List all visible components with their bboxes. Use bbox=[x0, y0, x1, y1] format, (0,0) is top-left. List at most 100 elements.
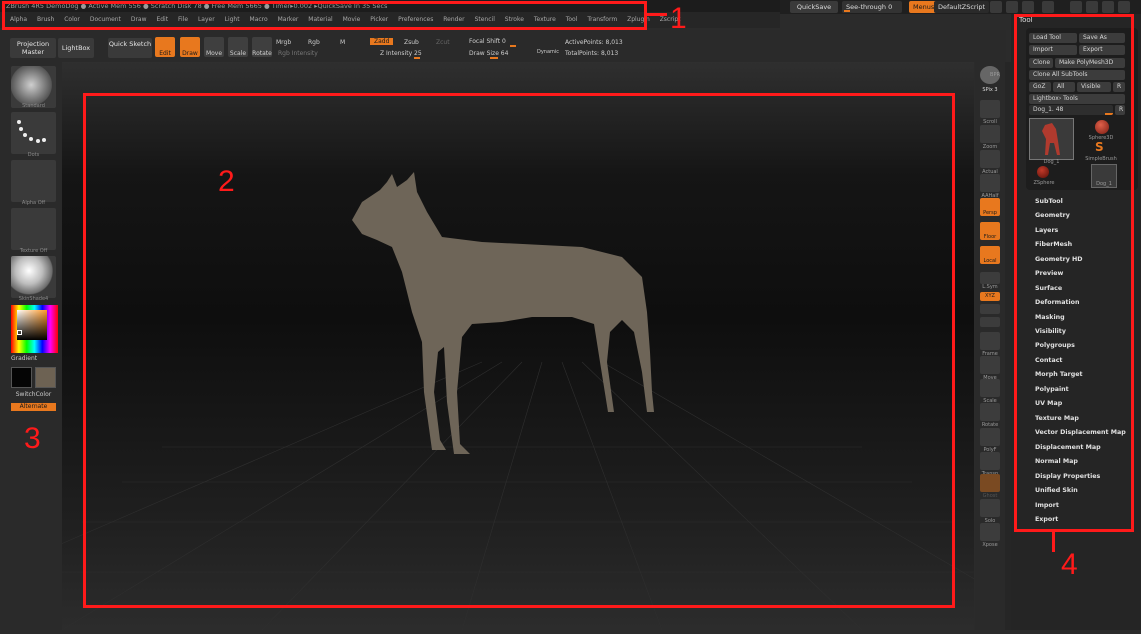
solo-icon[interactable] bbox=[980, 499, 1000, 517]
color-picker[interactable] bbox=[11, 305, 58, 353]
clone-button[interactable]: Clone bbox=[1029, 58, 1053, 68]
color-square[interactable] bbox=[17, 310, 47, 340]
tool-item-deformation[interactable]: Deformation bbox=[1035, 299, 1079, 306]
tool-r-button[interactable]: R bbox=[1115, 105, 1125, 115]
gradient-label[interactable]: Gradient bbox=[11, 355, 56, 362]
menu-macro[interactable]: Macro bbox=[250, 16, 268, 23]
alternate-button[interactable]: Alternate bbox=[11, 403, 56, 411]
switchcolor-button[interactable]: SwitchColor bbox=[11, 391, 56, 398]
m-button[interactable]: M bbox=[340, 39, 345, 46]
goz-all-button[interactable]: All bbox=[1053, 82, 1075, 92]
menu-brush[interactable]: Brush bbox=[37, 16, 54, 23]
menu-transform[interactable]: Transform bbox=[587, 16, 617, 23]
stroke-thumbnail[interactable] bbox=[11, 112, 56, 154]
menu-render[interactable]: Render bbox=[443, 16, 464, 23]
load-tool-button[interactable]: Load Tool bbox=[1029, 33, 1077, 43]
focal-shift-slider[interactable]: Focal Shift 0 bbox=[469, 38, 506, 45]
draw-button[interactable]: Draw bbox=[180, 37, 200, 57]
menu-stroke[interactable]: Stroke bbox=[505, 16, 524, 23]
minimize-icon[interactable] bbox=[1070, 1, 1082, 13]
make-polymesh-button[interactable]: Make PolyMesh3D bbox=[1055, 58, 1125, 68]
tool-item-masking[interactable]: Masking bbox=[1035, 314, 1065, 321]
layout-icon[interactable] bbox=[1006, 1, 1018, 13]
zcut-button[interactable]: Zcut bbox=[436, 39, 450, 46]
tool-item-geometry-hd[interactable]: Geometry HD bbox=[1035, 256, 1083, 263]
lightbox-button[interactable]: LightBox bbox=[58, 38, 94, 58]
goz-r-button[interactable]: R bbox=[1113, 82, 1125, 92]
clone-all-subtools-button[interactable]: Clone All SubTools bbox=[1029, 70, 1125, 80]
rotate-z-icon[interactable] bbox=[980, 317, 1000, 327]
menu-alpha[interactable]: Alpha bbox=[10, 16, 27, 23]
tool-item-displacement-map[interactable]: Displacement Map bbox=[1035, 444, 1101, 451]
import-button[interactable]: Import bbox=[1029, 45, 1077, 55]
tool-item-subtool[interactable]: SubTool bbox=[1035, 198, 1063, 205]
menu-movie[interactable]: Movie bbox=[343, 16, 361, 23]
lsym-icon[interactable] bbox=[980, 272, 1000, 284]
menu-draw[interactable]: Draw bbox=[131, 16, 147, 23]
projection-master-button[interactable]: Projection Master bbox=[10, 38, 56, 58]
transp-icon[interactable] bbox=[980, 452, 1000, 470]
polyf-icon[interactable] bbox=[980, 428, 1000, 446]
actual-icon[interactable] bbox=[980, 150, 1000, 168]
tool-item-morph-target[interactable]: Morph Target bbox=[1035, 371, 1083, 378]
zadd-button[interactable]: Zadd bbox=[370, 38, 394, 45]
zsphere-icon[interactable] bbox=[1037, 166, 1049, 178]
tool-item-layers[interactable]: Layers bbox=[1035, 227, 1058, 234]
menu-material[interactable]: Material bbox=[308, 16, 332, 23]
close-icon[interactable] bbox=[1118, 1, 1130, 13]
menu-zplugin[interactable]: Zplugin bbox=[627, 16, 650, 23]
save-as-button[interactable]: Save As bbox=[1079, 33, 1125, 43]
bpr-button[interactable]: BPR bbox=[980, 66, 1000, 84]
simplebrush-icon[interactable]: S bbox=[1095, 140, 1104, 154]
menu-layer[interactable]: Layer bbox=[198, 16, 215, 23]
ghost-icon[interactable] bbox=[980, 474, 1000, 492]
tool-item-unified-skin[interactable]: Unified Skin bbox=[1035, 487, 1078, 494]
maximize-icon[interactable] bbox=[1102, 1, 1114, 13]
tool-item-visibility[interactable]: Visibility bbox=[1035, 328, 1066, 335]
scale-button[interactable]: Scale bbox=[228, 37, 248, 57]
rotate-view-icon[interactable] bbox=[980, 403, 1000, 421]
tool-item-fibermesh[interactable]: FiberMesh bbox=[1035, 241, 1072, 248]
save-icon[interactable] bbox=[1042, 1, 1054, 13]
alpha-thumbnail[interactable] bbox=[11, 160, 56, 202]
menu-color[interactable]: Color bbox=[64, 16, 80, 23]
see-through-slider[interactable]: See-through 0 bbox=[842, 1, 902, 13]
menu-preferences[interactable]: Preferences bbox=[398, 16, 433, 23]
texture-thumbnail[interactable] bbox=[11, 208, 56, 250]
rgb-intensity-slider[interactable]: Rgb Intensity bbox=[278, 50, 318, 57]
restore-icon[interactable] bbox=[1086, 1, 1098, 13]
scroll-icon[interactable] bbox=[980, 100, 1000, 118]
menu-tool[interactable]: Tool bbox=[566, 16, 578, 23]
frame-icon[interactable] bbox=[980, 332, 1000, 350]
zsub-button[interactable]: Zsub bbox=[404, 39, 419, 46]
menu-document[interactable]: Document bbox=[90, 16, 121, 23]
secondary-color-swatch[interactable] bbox=[35, 367, 56, 388]
tool-item-geometry[interactable]: Geometry bbox=[1035, 212, 1070, 219]
tool-item-contact[interactable]: Contact bbox=[1035, 357, 1062, 364]
canvas-viewport[interactable] bbox=[0, 62, 1063, 631]
tool-item-import[interactable]: Import bbox=[1035, 502, 1059, 509]
tool-item-polypaint[interactable]: Polypaint bbox=[1035, 386, 1069, 393]
tool-item-surface[interactable]: Surface bbox=[1035, 285, 1062, 292]
draw-size-slider[interactable]: Draw Size 64 bbox=[469, 50, 508, 57]
spix-slider[interactable]: SPix 3 bbox=[975, 87, 1005, 93]
edit-button[interactable]: Edit bbox=[155, 37, 175, 57]
tool-item-export[interactable]: Export bbox=[1035, 516, 1058, 523]
tool-item-texture-map[interactable]: Texture Map bbox=[1035, 415, 1079, 422]
rotate-button[interactable]: Rotate bbox=[252, 37, 272, 57]
default-zscript-button[interactable]: DefaultZScript bbox=[934, 1, 990, 13]
menu-light[interactable]: Light bbox=[225, 16, 240, 23]
goz-button[interactable]: GoZ bbox=[1029, 82, 1051, 92]
tool-item-polygroups[interactable]: Polygroups bbox=[1035, 342, 1075, 349]
tool-item-uv-map[interactable]: UV Map bbox=[1035, 400, 1062, 407]
goz-visible-button[interactable]: Visible bbox=[1077, 82, 1111, 92]
aahalf-icon[interactable] bbox=[980, 174, 1000, 192]
lightbox-tools-button[interactable]: Lightbox› Tools bbox=[1029, 94, 1125, 104]
main-color-swatch[interactable] bbox=[11, 367, 32, 388]
tool-item-vector-displacement-map[interactable]: Vector Displacement Map bbox=[1035, 429, 1126, 436]
export-button[interactable]: Export bbox=[1079, 45, 1125, 55]
zoom-icon[interactable] bbox=[980, 125, 1000, 143]
tool-item-display-properties[interactable]: Display Properties bbox=[1035, 473, 1100, 480]
sphere3d-icon[interactable] bbox=[1095, 120, 1109, 134]
menu-texture[interactable]: Texture bbox=[534, 16, 556, 23]
